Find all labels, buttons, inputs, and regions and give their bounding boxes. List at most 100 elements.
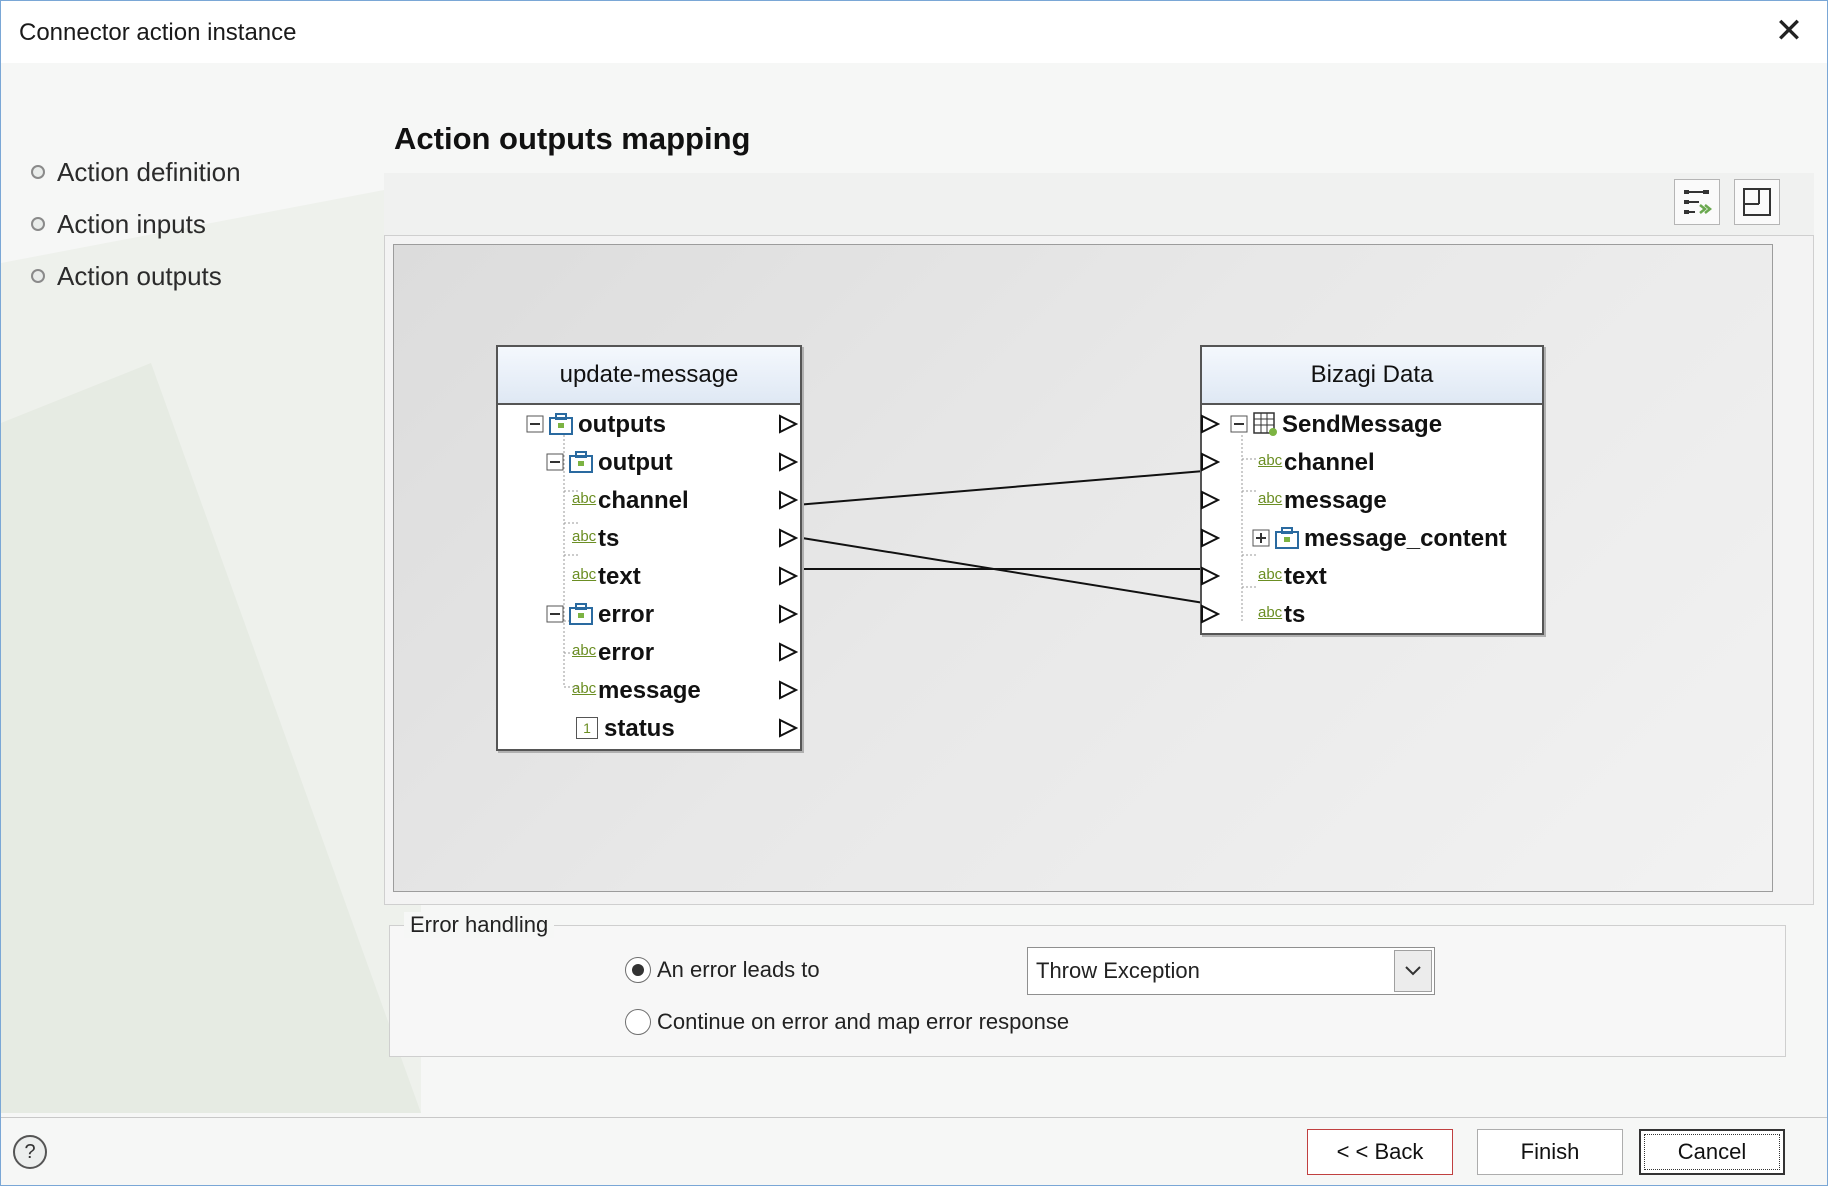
input-port-icon[interactable] bbox=[1200, 452, 1220, 472]
wizard-steps: Action definition Action inputs Action o… bbox=[31, 146, 241, 302]
error-handling-legend: Error handling bbox=[404, 912, 555, 938]
node-label: error bbox=[598, 601, 655, 628]
output-port-icon[interactable] bbox=[778, 528, 798, 548]
target-node-message[interactable]: abc message bbox=[1200, 481, 1542, 519]
node-label: ts bbox=[1284, 601, 1306, 628]
output-port-icon[interactable] bbox=[778, 718, 798, 738]
close-icon[interactable]: ✕ bbox=[1771, 13, 1807, 49]
target-node-ts[interactable]: abc ts bbox=[1200, 595, 1542, 633]
node-label: status bbox=[604, 715, 675, 742]
radio-button[interactable] bbox=[625, 957, 651, 983]
mapping-canvas: update-message outputs output abc channe… bbox=[393, 244, 1773, 892]
window-title: Connector action instance bbox=[19, 19, 297, 46]
output-port-icon[interactable] bbox=[778, 490, 798, 510]
collapse-icon[interactable] bbox=[546, 605, 564, 623]
step-action-definition[interactable]: Action definition bbox=[31, 146, 241, 198]
string-type-icon: abc bbox=[572, 528, 597, 545]
collapse-icon[interactable] bbox=[526, 415, 544, 433]
source-node-message[interactable]: abc message bbox=[498, 671, 800, 709]
dialog-window: Connector action instance ✕ Action defin… bbox=[0, 0, 1828, 1186]
target-node-message-content[interactable]: message_content bbox=[1200, 519, 1542, 557]
number-type-icon: 1 bbox=[576, 717, 598, 739]
error-action-select[interactable]: Throw Exception bbox=[1027, 947, 1435, 995]
string-type-icon: abc bbox=[572, 642, 597, 659]
output-port-icon[interactable] bbox=[778, 604, 798, 624]
step-action-outputs[interactable]: Action outputs bbox=[31, 250, 241, 302]
step-action-inputs[interactable]: Action inputs bbox=[31, 198, 241, 250]
step-label: Action definition bbox=[57, 156, 241, 187]
target-tree-nodes: SendMessage abc channel abc message mess… bbox=[1200, 405, 1542, 633]
step-label: Action inputs bbox=[57, 208, 206, 239]
input-port-icon[interactable] bbox=[1200, 414, 1220, 434]
mapping-toolbar bbox=[384, 173, 1814, 235]
target-tree-title: Bizagi Data bbox=[1202, 347, 1542, 405]
dropdown-button[interactable] bbox=[1394, 950, 1432, 992]
source-tree: update-message outputs output abc channe… bbox=[496, 345, 802, 751]
help-icon[interactable]: ? bbox=[13, 1135, 47, 1169]
node-label: outputs bbox=[578, 411, 666, 438]
output-port-icon[interactable] bbox=[778, 566, 798, 586]
source-node-text[interactable]: abc text bbox=[498, 557, 800, 595]
node-label: SendMessage bbox=[1282, 411, 1443, 438]
string-type-icon: abc bbox=[572, 680, 597, 697]
input-port-icon[interactable] bbox=[1200, 566, 1220, 586]
source-node-output[interactable]: output bbox=[498, 443, 800, 481]
node-label: message bbox=[598, 677, 701, 704]
object-icon bbox=[569, 451, 593, 473]
node-label: output bbox=[598, 449, 673, 476]
node-label: channel bbox=[598, 487, 689, 514]
finish-button[interactable]: Finish bbox=[1477, 1129, 1623, 1175]
step-bullet-icon bbox=[31, 217, 45, 231]
cancel-button[interactable]: Cancel bbox=[1639, 1129, 1785, 1175]
output-port-icon[interactable] bbox=[778, 642, 798, 662]
source-node-error-group[interactable]: error bbox=[498, 595, 800, 633]
select-value: Throw Exception bbox=[1036, 958, 1200, 983]
input-port-icon[interactable] bbox=[1200, 490, 1220, 510]
node-label: channel bbox=[1284, 449, 1375, 476]
source-node-status[interactable]: 1 status bbox=[498, 709, 800, 747]
back-button[interactable]: < < Back bbox=[1307, 1129, 1453, 1175]
node-label: text bbox=[598, 563, 641, 590]
target-node-text[interactable]: abc text bbox=[1200, 557, 1542, 595]
step-bullet-icon bbox=[31, 269, 45, 283]
input-port-icon[interactable] bbox=[1200, 528, 1220, 548]
entity-table-icon bbox=[1253, 412, 1277, 436]
radio-button[interactable] bbox=[625, 1009, 651, 1035]
radio-continue-on-error[interactable]: Continue on error and map error response bbox=[625, 1009, 1069, 1035]
string-type-icon: abc bbox=[1258, 452, 1283, 469]
object-icon bbox=[549, 413, 573, 435]
source-node-channel[interactable]: abc channel bbox=[498, 481, 800, 519]
radio-label: Continue on error and map error response bbox=[657, 1009, 1070, 1034]
source-node-error[interactable]: abc error bbox=[498, 633, 800, 671]
radio-error-leads-to[interactable]: An error leads to bbox=[625, 957, 820, 983]
step-label: Action outputs bbox=[57, 260, 222, 291]
layout-icon bbox=[1743, 188, 1771, 216]
target-node-sendmessage[interactable]: SendMessage bbox=[1200, 405, 1542, 443]
page-title: Action outputs mapping bbox=[394, 121, 751, 156]
node-label: error bbox=[598, 639, 655, 666]
object-icon bbox=[569, 603, 593, 625]
auto-map-button[interactable] bbox=[1674, 179, 1720, 225]
source-node-outputs[interactable]: outputs bbox=[498, 405, 800, 443]
string-type-icon: abc bbox=[1258, 490, 1283, 507]
string-type-icon: abc bbox=[572, 566, 597, 583]
collapse-icon[interactable] bbox=[546, 453, 564, 471]
title-bar: Connector action instance ✕ bbox=[1, 1, 1827, 63]
footer-divider bbox=[1, 1117, 1827, 1118]
output-port-icon[interactable] bbox=[778, 452, 798, 472]
output-port-icon[interactable] bbox=[778, 414, 798, 434]
layout-button[interactable] bbox=[1734, 179, 1780, 225]
expand-icon[interactable] bbox=[1252, 529, 1270, 547]
node-label: message bbox=[1284, 487, 1387, 514]
string-type-icon: abc bbox=[572, 490, 597, 507]
radio-label: An error leads to bbox=[657, 957, 820, 982]
string-type-icon: abc bbox=[1258, 604, 1283, 621]
output-port-icon[interactable] bbox=[778, 680, 798, 700]
target-node-channel[interactable]: abc channel bbox=[1200, 443, 1542, 481]
mapping-line-channel[interactable] bbox=[795, 470, 1205, 506]
source-node-ts[interactable]: abc ts bbox=[498, 519, 800, 557]
collapse-icon[interactable] bbox=[1230, 415, 1248, 433]
input-port-icon[interactable] bbox=[1200, 604, 1220, 624]
auto-map-icon bbox=[1684, 190, 1713, 214]
node-label: message_content bbox=[1304, 525, 1507, 552]
